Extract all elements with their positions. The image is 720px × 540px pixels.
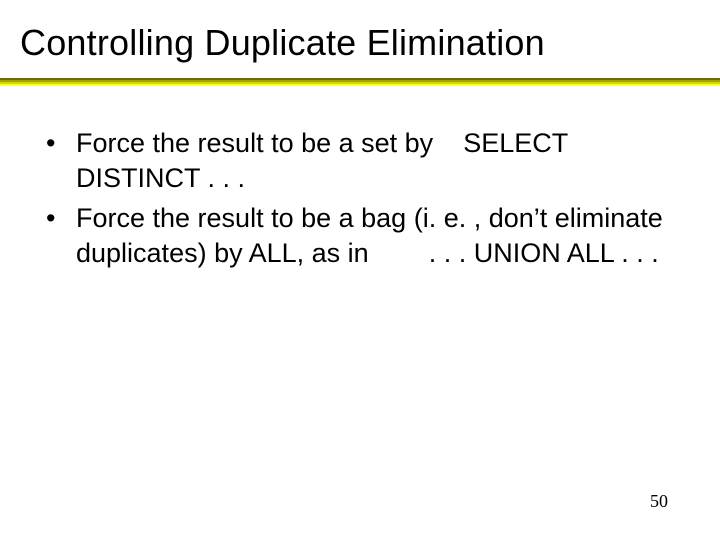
slide: Controlling Duplicate Elimination Force …: [0, 0, 720, 540]
slide-body: Force the result to be a set by SELECT D…: [0, 86, 720, 270]
bullet-list: Force the result to be a set by SELECT D…: [40, 126, 680, 270]
page-number: 50: [650, 491, 668, 512]
slide-title: Controlling Duplicate Elimination: [0, 0, 720, 78]
list-item: Force the result to be a set by SELECT D…: [40, 126, 680, 195]
divider-rule: [0, 78, 720, 86]
list-item: Force the result to be a bag (i. e. , do…: [40, 201, 680, 270]
